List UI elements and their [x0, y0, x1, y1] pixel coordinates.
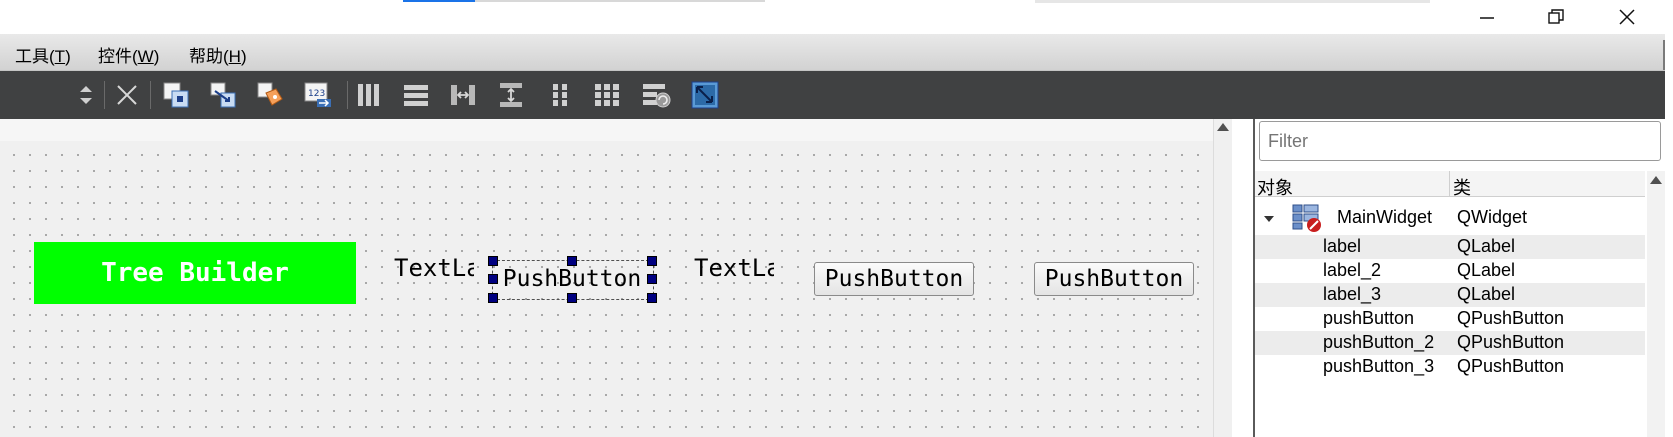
- inspector-header: 对象 类: [1255, 171, 1645, 200]
- tree-builder-label[interactable]: Tree Builder: [34, 242, 356, 304]
- edit-tab-order-button[interactable]: 123: [302, 79, 334, 111]
- resize-handle[interactable]: [647, 256, 657, 266]
- push-button-2[interactable]: PushButton: [814, 262, 974, 296]
- menu-tools[interactable]: 工具(T): [15, 42, 71, 67]
- menu-widgets[interactable]: 控件(W): [98, 42, 159, 67]
- layout-horizontal-icon: [358, 84, 379, 106]
- tree-object-name: label: [1323, 236, 1362, 256]
- layout-form-button[interactable]: [544, 79, 576, 111]
- toolbar: 123: [0, 71, 1665, 119]
- scroll-up-arrow-icon[interactable]: [1650, 176, 1662, 184]
- column-divider[interactable]: [1449, 171, 1450, 196]
- toolbar-separator: [347, 81, 348, 109]
- layout-horizontal-button[interactable]: [353, 79, 385, 111]
- toolbar-separator: [104, 81, 105, 109]
- restore-icon: [1548, 9, 1564, 24]
- close-x-button[interactable]: [111, 79, 143, 111]
- form-editor-margin: [0, 119, 1232, 141]
- widget-class-icon: [1292, 204, 1321, 232]
- close-button[interactable]: [1604, 2, 1650, 32]
- adjust-size-button[interactable]: [689, 79, 721, 111]
- title-bar: [0, 0, 1673, 34]
- resize-handle[interactable]: [647, 274, 657, 284]
- edit-tab-order-icon: 123: [304, 82, 331, 107]
- break-layout-icon: [643, 84, 671, 108]
- svg-text:123: 123: [308, 89, 325, 99]
- edit-signals-slots-icon: [210, 82, 236, 108]
- tree-row-root[interactable]: MainWidget QWidget: [1255, 202, 1645, 234]
- minimize-icon: [1480, 17, 1494, 19]
- tree-object-class: QPushButton: [1457, 332, 1565, 352]
- layout-v-splitter-icon: [500, 83, 522, 107]
- title-popup-shadow: [1035, 0, 1430, 3]
- tree-object-class: QWidget: [1457, 207, 1528, 227]
- tree-object-name: MainWidget: [1337, 207, 1433, 227]
- main-widget-form[interactable]: Tree Builder TextLa PushButton TextLa Pu…: [0, 141, 1222, 437]
- resize-handle[interactable]: [488, 293, 498, 303]
- push-button-1[interactable]: PushButton: [494, 262, 650, 296]
- minimize-button[interactable]: [1464, 2, 1510, 32]
- text-label-2[interactable]: TextLa: [694, 254, 774, 282]
- menu-help[interactable]: 帮助(H): [189, 42, 247, 67]
- text-label-1[interactable]: TextLa: [394, 254, 474, 282]
- edit-buddies-icon: [257, 82, 283, 106]
- form-vertical-scrollbar[interactable]: [1213, 119, 1232, 437]
- resize-handle[interactable]: [488, 274, 498, 284]
- close-icon: [1619, 9, 1635, 25]
- tree-row[interactable]: pushButton_3 QPushButton: [1255, 355, 1645, 379]
- layout-form-icon: [553, 84, 567, 106]
- edit-widgets-icon: [163, 82, 189, 108]
- resize-handle[interactable]: [488, 256, 498, 266]
- tree-object-class: QLabel: [1457, 284, 1516, 304]
- edit-buddies-button[interactable]: [254, 79, 286, 111]
- sort-arrows-button[interactable]: [70, 79, 102, 111]
- break-layout-button[interactable]: [640, 79, 672, 111]
- object-inspector-panel: 对象 类 MainWidget QWidget label QLabel lab…: [1253, 119, 1667, 437]
- layout-vertical-icon: [404, 85, 428, 106]
- menu-bar: 工具(T) 控件(W) 帮助(H): [0, 34, 1665, 71]
- layout-grid-button[interactable]: [591, 79, 623, 111]
- filter-input[interactable]: [1259, 121, 1661, 161]
- tree-row[interactable]: pushButton_2 QPushButton: [1255, 331, 1645, 355]
- edit-widgets-button[interactable]: [160, 79, 192, 111]
- scroll-up-arrow-icon[interactable]: [1217, 123, 1229, 131]
- column-header-class[interactable]: 类: [1453, 174, 1471, 200]
- tree-object-name: pushButton: [1323, 308, 1415, 328]
- tree-object-name: pushButton_3: [1323, 356, 1435, 376]
- tree-object-name: label_3: [1323, 284, 1382, 304]
- tree-object-name: pushButton_2: [1323, 332, 1435, 352]
- inspector-vertical-scrollbar[interactable]: [1647, 171, 1665, 437]
- layout-h-splitter-icon: [451, 85, 475, 105]
- sort-arrows-icon: [80, 86, 92, 104]
- form-editor-area: Tree Builder TextLa PushButton TextLa Pu…: [0, 119, 1232, 437]
- layout-grid-icon: [595, 84, 619, 106]
- tree-object-class: QLabel: [1457, 236, 1516, 256]
- tree-row[interactable]: pushButton QPushButton: [1255, 307, 1645, 331]
- push-button-3[interactable]: PushButton: [1034, 262, 1194, 296]
- tree-row[interactable]: label QLabel: [1255, 235, 1645, 259]
- layout-vertical-button[interactable]: [400, 79, 432, 111]
- tree-row[interactable]: label_3 QLabel: [1255, 283, 1645, 307]
- tree-object-class: QPushButton: [1457, 356, 1565, 376]
- resize-handle[interactable]: [647, 293, 657, 303]
- tree-object-name: label_2: [1323, 260, 1382, 280]
- layout-h-splitter-button[interactable]: [447, 79, 479, 111]
- edit-signals-slots-button[interactable]: [207, 79, 239, 111]
- expand-arrow-icon[interactable]: [1263, 214, 1275, 224]
- resize-handle[interactable]: [567, 256, 577, 266]
- tree-row[interactable]: label_2 QLabel: [1255, 259, 1645, 283]
- column-header-object[interactable]: 对象: [1257, 174, 1293, 200]
- title-tab-strip: [475, 0, 765, 2]
- toolbar-separator: [150, 81, 151, 109]
- title-tab-accent: [403, 0, 475, 2]
- layout-v-splitter-button[interactable]: [495, 79, 527, 111]
- tree-object-class: QPushButton: [1457, 308, 1565, 328]
- resize-handle[interactable]: [567, 293, 577, 303]
- close-x-icon: [117, 85, 137, 105]
- restore-button[interactable]: [1533, 2, 1579, 32]
- tree-object-class: QLabel: [1457, 260, 1516, 280]
- adjust-size-icon: [691, 81, 719, 109]
